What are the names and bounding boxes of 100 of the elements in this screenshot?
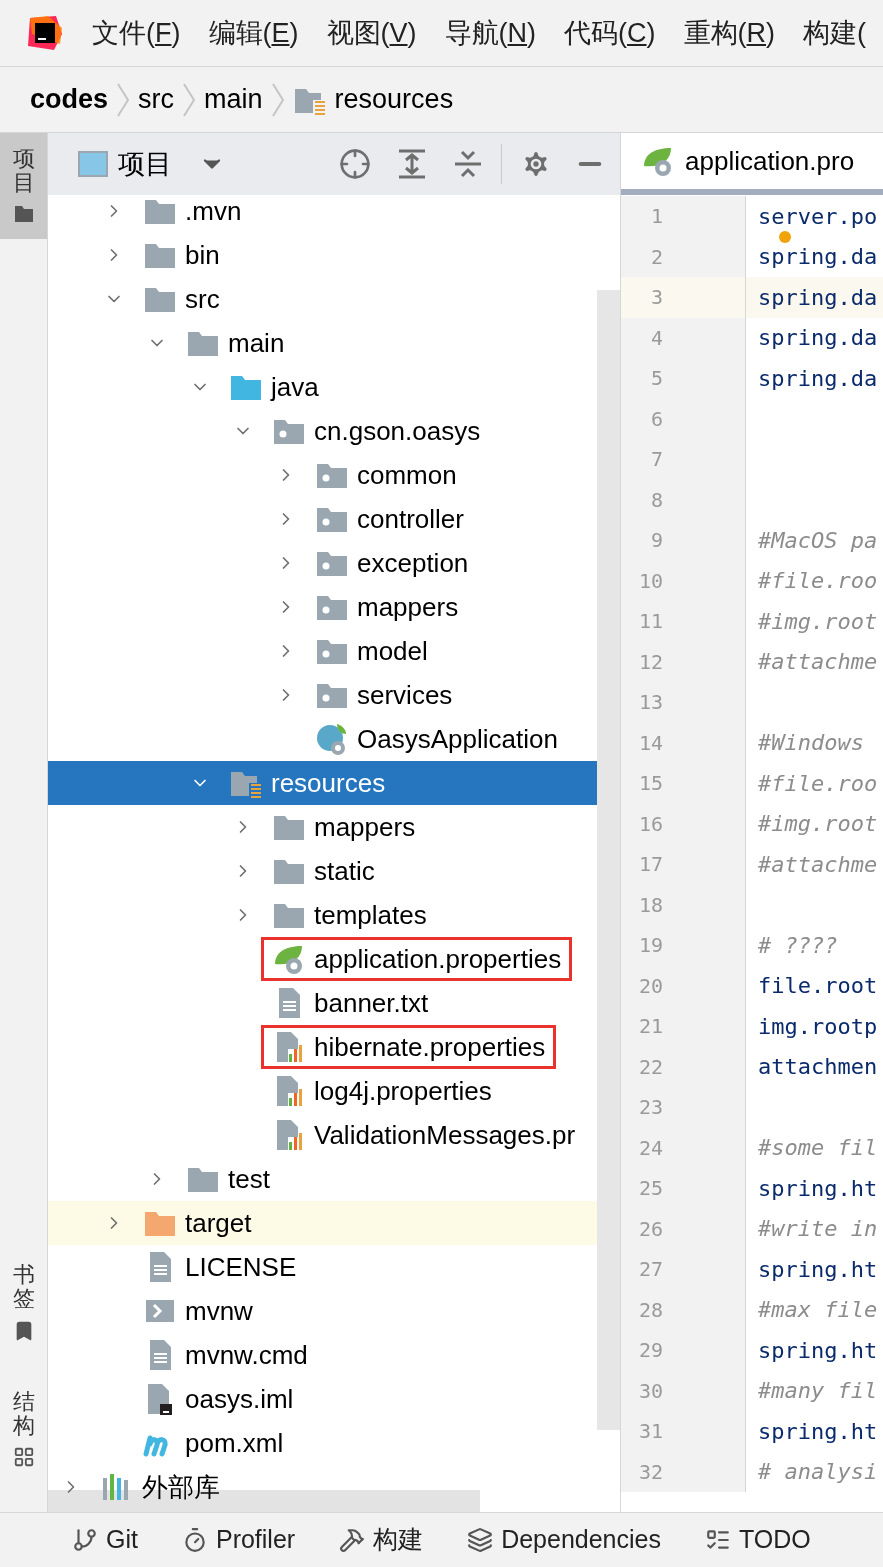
tree-item-label: mappers [314, 814, 416, 840]
tree-item[interactable]: ValidationMessages.pr [48, 1113, 597, 1157]
tree-item[interactable]: test [48, 1157, 597, 1201]
tree-item-label: LICENSE [185, 1254, 297, 1280]
tree-item-label: .mvn [185, 198, 242, 224]
line-number: 29 [637, 1337, 663, 1365]
tree-item[interactable]: OasysApplication [48, 717, 597, 761]
expand-all-icon[interactable] [397, 148, 427, 180]
line-number: 31 [637, 1418, 663, 1446]
tree-item[interactable]: .mvn [48, 195, 597, 233]
line-number: 8 [649, 486, 663, 514]
code-line: spring.ht [758, 1336, 878, 1365]
menu-item[interactable]: 代码(C) [564, 12, 656, 54]
code-comment: #many fil [758, 1377, 878, 1406]
tool-window-button[interactable]: Profiler [181, 1521, 296, 1559]
code-comment: #MacOS pa [758, 526, 878, 555]
line-number: 24 [637, 1134, 663, 1162]
line-number: 25 [637, 1175, 663, 1203]
tree-item-label: static [314, 858, 375, 884]
tree-item-label: main [228, 330, 285, 356]
tree-item[interactable]: pom.xml [48, 1421, 597, 1465]
line-number: 18 [637, 891, 663, 919]
tree-item[interactable]: common [48, 453, 597, 497]
tool-window-tab[interactable]: 书签 [0, 1249, 47, 1356]
vertical-scrollbar[interactable] [597, 290, 620, 1430]
tool-window-button[interactable]: 构建 [339, 1521, 424, 1559]
tree-item[interactable]: src [48, 277, 597, 321]
menu-item[interactable]: 构建( [803, 12, 867, 54]
tree-item[interactable]: LICENSE [48, 1245, 597, 1289]
tree-item[interactable]: model [48, 629, 597, 673]
tree-item[interactable]: resources [48, 761, 597, 805]
code-line: spring.ht [758, 1255, 878, 1284]
line-number: 4 [649, 324, 663, 352]
tree-item[interactable]: templates [48, 893, 597, 937]
tree-item-label: ValidationMessages.pr [314, 1122, 576, 1148]
code-line: server.po [758, 202, 878, 231]
tree-item[interactable]: banner.txt [48, 981, 597, 1025]
code-comment: #attachme [758, 648, 878, 677]
tree-item-label: hibernate.properties [314, 1034, 546, 1060]
tree-item-label: oasys.iml [185, 1386, 294, 1412]
line-number: 22 [637, 1053, 663, 1081]
line-number: 5 [649, 365, 663, 393]
tree-item-label: common [357, 462, 457, 488]
line-number: 12 [637, 648, 663, 676]
chevron-separator-icon [270, 81, 285, 118]
tree-item[interactable]: mvnw [48, 1289, 597, 1333]
line-number: 9 [649, 527, 663, 555]
tree-item[interactable]: bin [48, 233, 597, 277]
tree-item[interactable]: 外部库 [48, 1465, 597, 1509]
line-number: 16 [637, 810, 663, 838]
tool-window-tab-label: 结构 [12, 1389, 35, 1438]
tool-window-button[interactable]: Dependencies [467, 1521, 661, 1559]
menu-item[interactable]: 视图(V) [326, 12, 417, 54]
menu-item[interactable]: 重构(R) [683, 12, 776, 54]
tree-item[interactable]: mappers [48, 585, 597, 629]
code-comment: #file.roo [758, 769, 878, 798]
tree-item[interactable]: target [48, 1201, 597, 1245]
tree-item[interactable]: oasys.iml [48, 1377, 597, 1421]
chevron-separator-icon [116, 81, 131, 118]
tree-item[interactable]: exception [48, 541, 597, 585]
code-comment: # ???? [758, 931, 838, 960]
tree-item[interactable]: controller [48, 497, 597, 541]
code-line: spring.ht [758, 1417, 878, 1446]
code-line: spring.da [758, 243, 878, 272]
tree-item[interactable]: java [48, 365, 597, 409]
tool-window-button[interactable]: Git [72, 1521, 138, 1559]
line-number: 15 [637, 770, 663, 798]
tool-window-button[interactable]: TODO [705, 1521, 811, 1559]
tool-window-tab-label: 项目 [12, 147, 35, 196]
tool-window-tab-label: 书签 [12, 1263, 35, 1312]
tree-item[interactable]: mvnw.cmd [48, 1333, 597, 1377]
code-line: img.rootp [758, 1012, 878, 1041]
line-number: 30 [637, 1377, 663, 1405]
tree-item[interactable]: services [48, 673, 597, 717]
breadcrumb-item[interactable]: codes [30, 79, 109, 120]
line-number: 27 [637, 1256, 663, 1284]
code-comment: #max file [758, 1296, 878, 1325]
chevron-separator-icon [182, 81, 197, 118]
menu-item[interactable]: 导航(N) [444, 12, 537, 54]
line-number: 13 [637, 689, 663, 717]
tree-item[interactable]: cn.gson.oasys [48, 409, 597, 453]
line-number: 28 [637, 1296, 663, 1324]
menu-item[interactable]: 编辑(E) [208, 12, 299, 54]
project-view-icon [78, 151, 108, 177]
code-comment: #some fil [758, 1134, 878, 1163]
tree-item[interactable]: static [48, 849, 597, 893]
tree-item-label: OasysApplication [357, 726, 558, 752]
line-number: 20 [637, 972, 663, 1000]
breadcrumb-item[interactable]: resources [334, 79, 454, 120]
tree-item[interactable]: main [48, 321, 597, 365]
locate-icon[interactable] [339, 148, 371, 180]
breadcrumb-item[interactable]: src [138, 79, 175, 120]
breadcrumb-item[interactable]: main [204, 79, 263, 120]
collapse-all-icon[interactable] [453, 148, 483, 180]
code-comment: #attachme [758, 850, 878, 879]
tool-window-tab[interactable]: 项目 [0, 133, 47, 240]
tree-item[interactable]: log4j.properties [48, 1069, 597, 1113]
tree-item[interactable]: mappers [48, 805, 597, 849]
menu-item[interactable]: 文件(F) [92, 12, 181, 54]
tool-window-tab[interactable]: 结构 [0, 1375, 47, 1482]
